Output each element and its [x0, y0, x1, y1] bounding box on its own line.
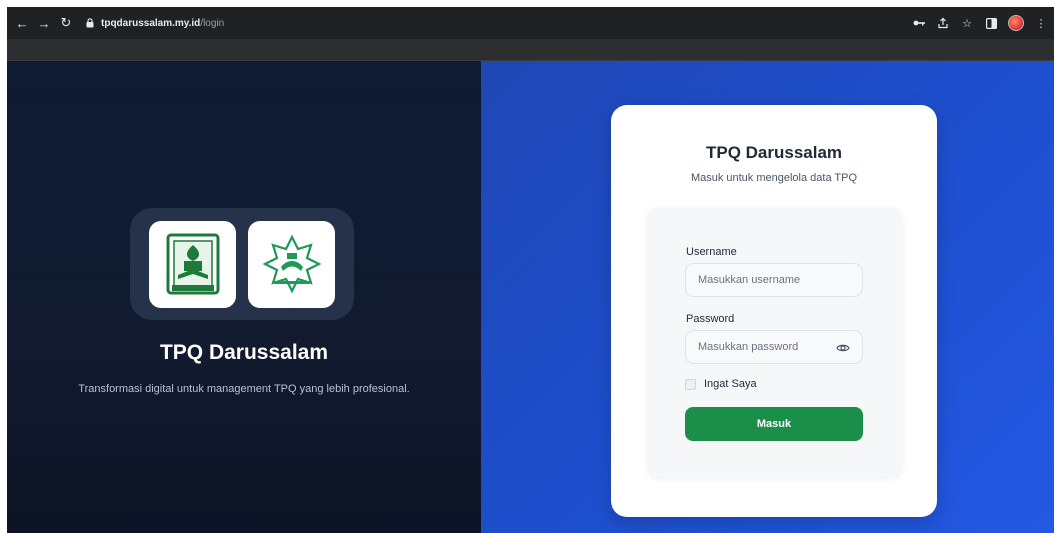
tpq-logo: [149, 220, 236, 308]
lock-icon: [85, 18, 95, 28]
login-form: Username Masukkan username Password Masu…: [647, 207, 903, 477]
login-button[interactable]: Masuk: [685, 407, 863, 441]
bookmarks-strip: [7, 39, 1054, 61]
login-title: TPQ Darussalam: [705, 143, 843, 162]
star-icon[interactable]: ☆: [960, 16, 974, 30]
logo-container: [130, 208, 354, 320]
username-input[interactable]: Masukkan username: [685, 263, 863, 297]
tpq-logo-icon: [166, 233, 219, 295]
forward-icon[interactable]: →: [35, 14, 53, 32]
eye-icon[interactable]: [836, 341, 850, 355]
username-placeholder: Masukkan username: [698, 274, 801, 286]
browser-chrome: ← → ↻ tpqdarussalam.my.id/login ☆ ⋮: [7, 7, 1054, 39]
address-bar[interactable]: tpqdarussalam.my.id/login: [85, 12, 945, 34]
password-label: Password: [686, 313, 735, 325]
brand-tagline: Transformasi digital untuk management TP…: [78, 383, 410, 395]
browser-window: ← → ↻ tpqdarussalam.my.id/login ☆ ⋮ TPQ …: [7, 7, 1054, 533]
menu-icon[interactable]: ⋮: [1034, 16, 1048, 30]
remember-checkbox[interactable]: [685, 378, 696, 390]
profile-avatar[interactable]: [1008, 15, 1024, 31]
login-panel: TPQ Darussalam Masuk untuk mengelola dat…: [481, 61, 1054, 533]
password-placeholder: Masukkan password: [698, 341, 799, 353]
back-icon[interactable]: ←: [13, 14, 31, 32]
reload-icon[interactable]: ↻: [57, 14, 75, 32]
url-host: tpqdarussalam.my.id: [101, 17, 201, 29]
side-panel-icon[interactable]: [984, 16, 998, 30]
login-card: TPQ Darussalam Masuk untuk mengelola dat…: [611, 105, 937, 517]
key-icon[interactable]: [912, 16, 926, 30]
page-content: TPQ Darussalam Transformasi digital untu…: [7, 61, 1054, 533]
login-subtitle: Masuk untuk mengelola data TPQ: [690, 172, 858, 184]
remember-label: Ingat Saya: [704, 378, 757, 390]
share-icon[interactable]: [936, 16, 950, 30]
darussalam-logo-icon: [262, 234, 321, 294]
brand-title: TPQ Darussalam: [159, 341, 329, 364]
password-input[interactable]: Masukkan password: [685, 330, 863, 364]
remember-me: Ingat Saya: [685, 378, 757, 390]
darussalam-logo: [248, 220, 335, 308]
brand-panel: TPQ Darussalam Transformasi digital untu…: [7, 61, 481, 533]
username-label: Username: [686, 246, 737, 258]
url-path: /login: [200, 17, 225, 29]
